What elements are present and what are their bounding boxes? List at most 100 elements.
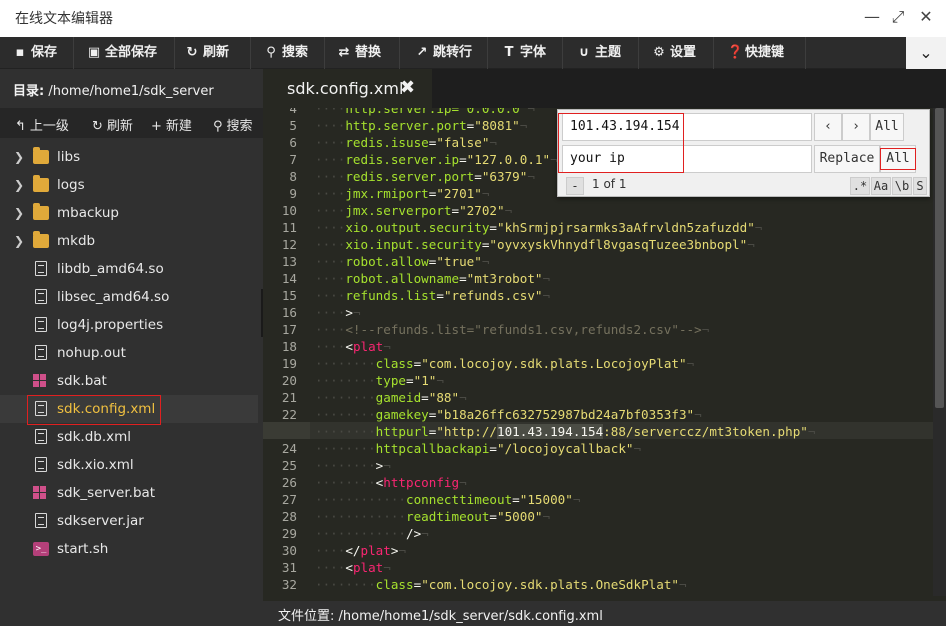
- file-item[interactable]: sdk.bat: [0, 367, 258, 395]
- toolbar: ▪ 保存 ▣ 全部保存 ↻ 刷新 ⚲ 搜索 ⇄ 替换 ↗ 跳转行 T 字体 ∪ 主题 ⚙ 设置 ❓…: [0, 37, 946, 69]
- regex-toggle[interactable]: .*: [850, 177, 870, 195]
- code-line: ····robot.allow="true"¬: [315, 254, 490, 269]
- selection-toggle[interactable]: S: [913, 177, 927, 195]
- close-icon[interactable]: ✕: [916, 7, 936, 27]
- file-name: mbackup: [57, 205, 119, 221]
- goto-line-button[interactable]: ↗ 跳转行: [400, 37, 488, 69]
- chevron-down-icon[interactable]: ⌄: [906, 37, 946, 69]
- line-number: 12: [281, 237, 297, 252]
- replace-button[interactable]: Replace: [814, 145, 880, 173]
- folder-icon: [33, 203, 49, 220]
- replace-icon: ⇄: [338, 45, 350, 60]
- refresh-button[interactable]: ↻ 刷新: [175, 37, 251, 69]
- shortcuts-button[interactable]: ❓ 快捷键: [714, 37, 806, 69]
- scrollbar-thumb[interactable]: [935, 108, 944, 408]
- title-bar: 在线文本编辑器 — ⤢ ✕: [0, 0, 946, 37]
- save-button[interactable]: ▪ 保存: [0, 37, 74, 69]
- file-name: sdk.bat: [57, 373, 107, 389]
- font-button[interactable]: T 字体: [488, 37, 563, 69]
- code-line: ····redis.server.ip="127.0.0.1"¬: [315, 152, 558, 167]
- replace-button[interactable]: ⇄ 替换: [325, 37, 400, 69]
- search-icon: ⚲: [213, 119, 223, 134]
- line-number: 15: [281, 288, 297, 303]
- arrow-up-icon: ↰: [15, 119, 26, 134]
- line-gutter: 4567891011121314151617181920212223242526…: [263, 108, 310, 596]
- code-line: ····xio.input.security="oyvxyskVhnydfl8v…: [315, 237, 755, 252]
- file-item[interactable]: nohup.out: [0, 339, 258, 367]
- file-item[interactable]: libsec_amd64.so: [0, 283, 258, 311]
- folder-icon: [33, 147, 49, 164]
- search-button[interactable]: ⚲ 搜索: [251, 37, 325, 69]
- code-line: ············connecttimeout="15000"¬: [315, 492, 581, 507]
- file-icon: [35, 457, 47, 472]
- code-line: ········class="com.locojoy.sdk.plats.One…: [315, 577, 687, 592]
- save-all-icon: ▣: [87, 45, 101, 60]
- settings-button[interactable]: ⚙ 设置: [639, 37, 714, 69]
- toggle-replace-button[interactable]: -: [566, 177, 584, 195]
- code-line: ····<!--refunds.list="refunds1.csv,refun…: [315, 322, 710, 337]
- line-number: 13: [281, 254, 297, 269]
- refresh-icon: ↻: [186, 45, 198, 60]
- code-line: ········httpurl="http://101.43.194.154:8…: [315, 424, 816, 439]
- word-toggle[interactable]: \b: [892, 177, 912, 195]
- code-line: ····robot.allowname="mt3robot"¬: [315, 271, 551, 286]
- line-number: 32: [281, 577, 297, 592]
- code-line: ····<plat¬: [315, 560, 391, 575]
- windows-icon: [33, 486, 47, 500]
- file-item[interactable]: log4j.properties: [0, 311, 258, 339]
- chevron-right-icon[interactable]: ❯: [14, 199, 24, 227]
- save-all-button[interactable]: ▣ 全部保存: [74, 37, 175, 69]
- line-number: 4: [289, 108, 297, 116]
- vertical-scrollbar[interactable]: [933, 108, 946, 596]
- chevron-right-icon[interactable]: ❯: [14, 227, 24, 255]
- file-name: nohup.out: [57, 345, 126, 361]
- directory-header: 目录: /home/home1/sdk_server: [0, 69, 263, 108]
- file-name: libdb_amd64.so: [57, 261, 164, 277]
- code-line: ····jmx.serverport="2702"¬: [315, 203, 513, 218]
- folder-icon: [33, 231, 49, 248]
- file-item[interactable]: sdk.xio.xml: [0, 451, 258, 479]
- line-number: 28: [281, 509, 297, 524]
- file-name: libsec_amd64.so: [57, 289, 170, 305]
- font-icon: T: [504, 45, 514, 60]
- code-line: ········class="com.locojoy.sdk.plats.Loc…: [315, 356, 695, 371]
- chevron-right-icon[interactable]: ❯: [14, 143, 24, 171]
- sidebar-search-button[interactable]: ⚲ 搜索: [213, 115, 253, 134]
- sidebar-refresh-button[interactable]: ↻ 刷新: [92, 115, 133, 134]
- minimize-icon[interactable]: —: [862, 7, 882, 27]
- theme-button[interactable]: ∪ 主题: [563, 37, 639, 69]
- file-name: libs: [57, 149, 81, 165]
- tab-sdk-config[interactable]: sdk.config.xml ✖: [263, 69, 432, 108]
- up-button[interactable]: ↰ 上一级: [15, 115, 69, 134]
- line-number: 14: [281, 271, 297, 286]
- file-item[interactable]: sdk_server.bat: [0, 479, 258, 507]
- new-button[interactable]: + 新建: [151, 115, 192, 134]
- find-prev-button[interactable]: ‹: [814, 113, 842, 141]
- case-toggle[interactable]: Aa: [871, 177, 891, 195]
- code-line: ········<httpconfig¬: [315, 475, 467, 490]
- file-item[interactable]: libdb_amd64.so: [0, 255, 258, 283]
- find-next-button[interactable]: ›: [842, 113, 870, 141]
- file-item[interactable]: sdk.db.xml: [0, 423, 258, 451]
- folder-item[interactable]: ❯ logs: [0, 171, 258, 199]
- refresh-icon: ↻: [92, 119, 103, 134]
- chevron-right-icon[interactable]: ❯: [14, 171, 24, 199]
- file-item[interactable]: >_ start.sh: [0, 535, 258, 563]
- folder-item[interactable]: ❯ libs: [0, 143, 258, 171]
- maximize-icon[interactable]: ⤢: [888, 7, 908, 27]
- save-icon: ▪: [15, 45, 25, 60]
- folder-item[interactable]: ❯ mbackup: [0, 199, 258, 227]
- file-item[interactable]: sdkserver.jar: [0, 507, 258, 535]
- close-tab-icon[interactable]: ✖: [400, 77, 415, 98]
- code-line: ············/>¬: [315, 526, 429, 541]
- sidebar-toolbar: ↰ 上一级 ↻ 刷新 + 新建 ⚲ 搜索: [0, 108, 263, 138]
- file-name: mkdb: [57, 233, 96, 249]
- help-icon: ❓: [727, 45, 744, 60]
- file-location-path: /home/home1/sdk_server/sdk.config.xml: [338, 609, 603, 624]
- folder-item[interactable]: ❯ mkdb: [0, 227, 258, 255]
- line-number: 9: [289, 186, 297, 201]
- code-line: ········gamekey="b18a26ffc632752987bd24a…: [315, 407, 702, 422]
- code-line: ····http.server.ip="0.0.0.0"¬: [315, 108, 535, 116]
- code-line: ····>¬: [315, 305, 361, 320]
- find-all-button[interactable]: All: [870, 113, 904, 141]
